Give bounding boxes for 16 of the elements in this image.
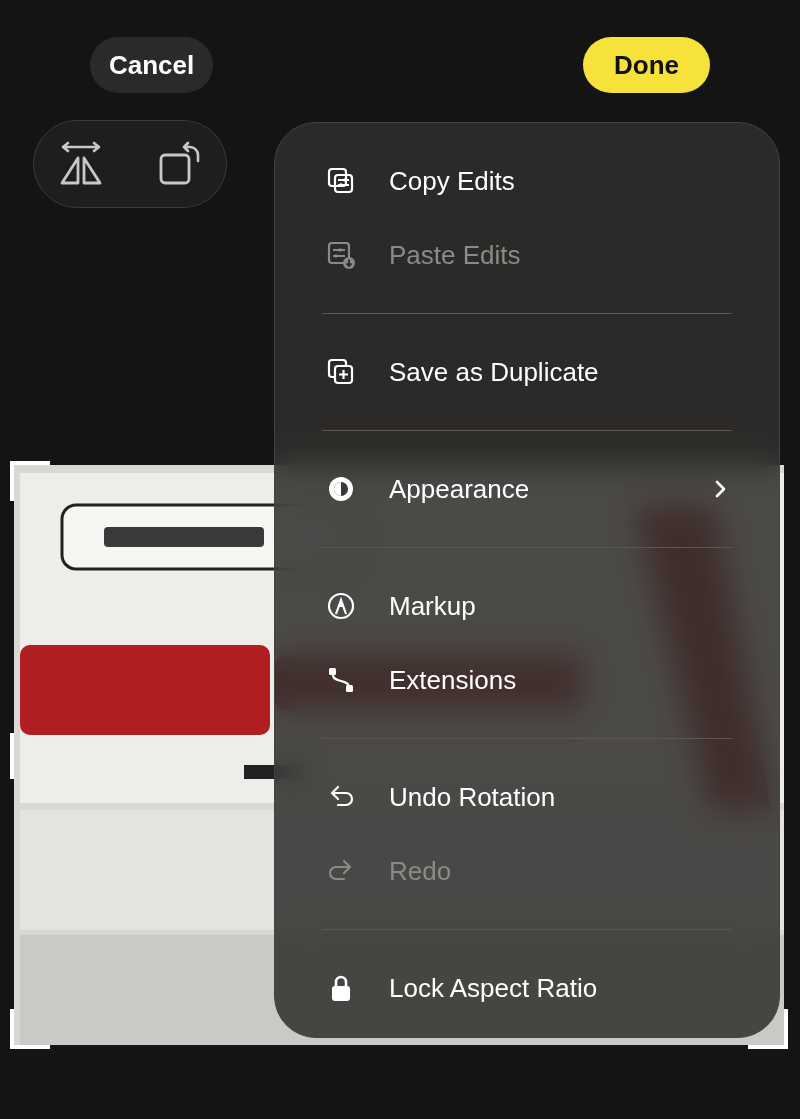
cancel-button[interactable]: Cancel	[90, 37, 214, 93]
pen-tip-icon	[326, 591, 356, 621]
duplicate-icon	[326, 357, 356, 387]
paste-edits-icon	[326, 240, 356, 270]
curve-nodes-icon	[326, 665, 356, 695]
crop-handle[interactable]	[10, 733, 14, 779]
menu-item[interactable]: Markup	[275, 569, 779, 643]
copy-edits-icon	[326, 166, 356, 196]
done-button[interactable]: Done	[583, 37, 710, 93]
chevron-icon	[714, 479, 728, 499]
contrast-icon	[326, 474, 356, 504]
menu-item[interactable]: Appearance	[275, 452, 779, 526]
menu-item[interactable]: Extensions	[275, 643, 779, 717]
menu-item[interactable]: Copy Edits	[275, 144, 779, 218]
menu-item[interactable]: Save as Duplicate	[275, 335, 779, 409]
menu-item[interactable]: Undo Rotation	[275, 760, 779, 834]
